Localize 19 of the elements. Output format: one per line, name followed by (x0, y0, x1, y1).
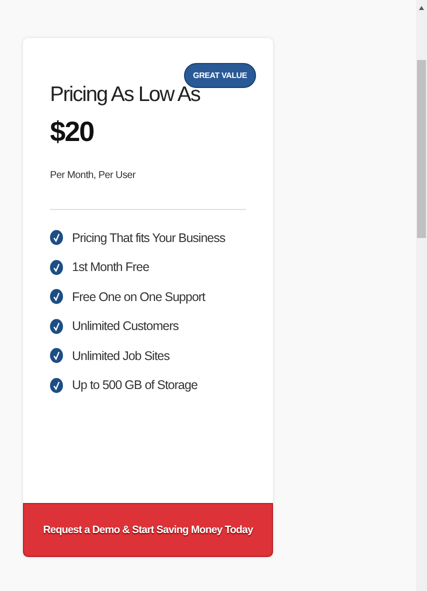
check-icon (50, 230, 63, 245)
feature-text: Unlimited Job Sites (72, 348, 170, 362)
check-icon (50, 348, 63, 363)
feature-text: 1st Month Free (72, 260, 150, 274)
scrollbar[interactable] (416, 0, 427, 591)
check-icon (50, 260, 63, 274)
price-period: Per Month, Per User (50, 170, 136, 181)
check-icon (50, 289, 63, 304)
check-icon (50, 378, 63, 392)
feature-text: Up to 500 GB of Storage (72, 378, 198, 392)
request-demo-button[interactable]: Request a Demo & Start Saving Money Today (23, 503, 273, 557)
scroll-up-icon[interactable] (419, 6, 424, 10)
feature-text: Free One on One Support (72, 290, 206, 304)
feature-text: Pricing That fits Your Business (72, 230, 226, 244)
scrollbar-thumb[interactable] (417, 60, 426, 238)
price: $20 (50, 116, 95, 148)
great-value-badge: GREAT VALUE (184, 63, 256, 88)
check-icon (50, 318, 63, 334)
feature-text: Unlimited Customers (72, 319, 179, 333)
